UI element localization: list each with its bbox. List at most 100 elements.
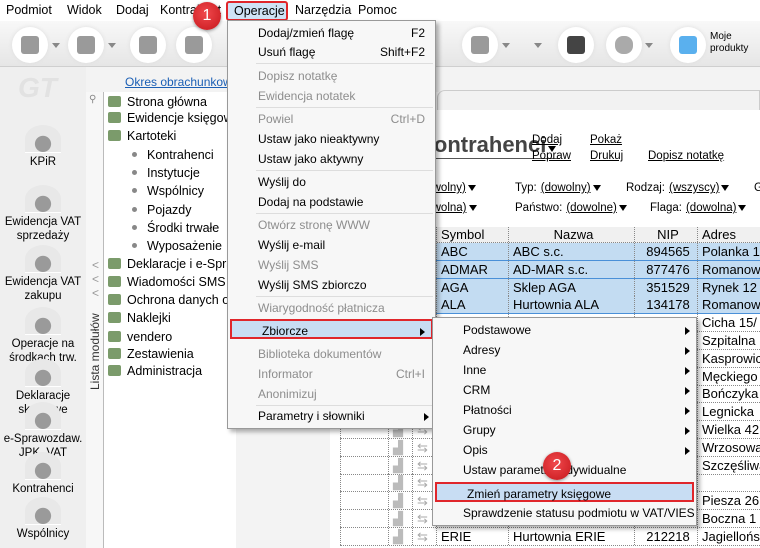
menu-item-dodaj-zmie-flag-[interactable]: Dodaj/zmień flagę F2	[228, 23, 435, 43]
menu-item-ustaw-jako-nieaktywny[interactable]: Ustaw jako nieaktywny	[228, 129, 435, 149]
filter-flaga[interactable]: Flaga: (dowolna)	[650, 202, 747, 214]
cell-nip: 134178	[634, 296, 697, 314]
menu-item-wiarygodno-p-atnicza[interactable]: Wiarygodność płatnicza	[228, 298, 435, 318]
menu-narzedzia[interactable]: Narzędzia	[295, 3, 351, 17]
menu-item-dodaj-na-podstawie[interactable]: Dodaj na podstawie	[228, 192, 435, 212]
tree-item[interactable]: Wyposażenie	[132, 239, 222, 253]
column-header[interactable]: Symbol	[436, 227, 508, 242]
menu-item-ustaw-jako-aktywny[interactable]: Ustaw jako aktywny	[228, 149, 435, 169]
menu-item-powiel[interactable]: Powiel Ctrl+D	[228, 109, 435, 129]
box-button[interactable]	[558, 27, 594, 63]
menu-item-inne[interactable]: Inne	[433, 360, 696, 380]
menu-item-wy-lij-do[interactable]: Wyślij do	[228, 172, 435, 192]
tree-item[interactable]: Instytucje	[132, 166, 200, 180]
tree-item[interactable]: Administracja	[108, 364, 202, 378]
menu-item-wy-lij-sms-zbiorczo[interactable]: Wyślij SMS zbiorczo	[228, 275, 435, 295]
help-button[interactable]	[462, 27, 498, 63]
collapse-icon[interactable]: <	[92, 286, 99, 300]
flag-button[interactable]	[130, 27, 166, 63]
menu-widok[interactable]: Widok	[67, 3, 102, 17]
column-header[interactable]: Adres	[697, 227, 760, 242]
filter-typ[interactable]: Typ: (dowolny)	[515, 182, 601, 194]
cell-symbol: AGA	[436, 278, 508, 296]
moje-produkty-button[interactable]	[670, 27, 706, 63]
module-3[interactable]: Ewidencja VAT zakupu	[0, 245, 86, 303]
cloud-button[interactable]	[606, 27, 642, 63]
tree-item[interactable]: Strona główna	[108, 95, 207, 109]
tree-item[interactable]: vendero	[108, 330, 172, 344]
collapse-icon[interactable]: <	[92, 258, 99, 272]
module-4[interactable]: Operacje na środkach trw.	[0, 307, 86, 365]
menu-item-wy-lij-sms[interactable]: Wyślij SMS	[228, 255, 435, 275]
filter-rodzaj[interactable]: Rodzaj: (wszyscy)	[626, 182, 730, 194]
menu-item-dopisz-notatk-[interactable]: Dopisz notatkę	[228, 66, 435, 86]
module-icon	[25, 359, 61, 387]
tree-item[interactable]: Środki trwałe	[132, 221, 219, 235]
module-7[interactable]: Kontrahenci	[0, 452, 86, 496]
menu-item-ewidencja-notatek[interactable]: Ewidencja notatek	[228, 86, 435, 106]
dopisz-notatke-link[interactable]: Dopisz notatkę	[648, 150, 724, 162]
document-tab[interactable]	[437, 90, 760, 110]
menu-item-informator[interactable]: Informator Ctrl+I	[228, 364, 435, 384]
filter-typ-value[interactable]: (dowolny)	[541, 182, 591, 194]
chevron-down-icon[interactable]	[108, 43, 116, 48]
filter-panstwo[interactable]: Państwo: (dowolne)	[515, 202, 627, 214]
menu-item-anonimizuj[interactable]: Anonimizuj	[228, 384, 435, 404]
menu-item-wy-lij-e-mail[interactable]: Wyślij e-mail	[228, 235, 435, 255]
menu-operacje[interactable]: Operacje	[226, 1, 288, 21]
column-header[interactable]: Nazwa	[508, 227, 634, 242]
pin-icon[interactable]: ⚲	[89, 94, 96, 105]
moje-produkty-label[interactable]: Moje produkty	[710, 31, 760, 55]
filter-rodzaj-value[interactable]: (wszyscy)	[669, 182, 719, 194]
menu-item-otw-rz-stron-www[interactable]: Otwórz stronę WWW	[228, 215, 435, 235]
menu-item-podstawowe[interactable]: Podstawowe	[433, 320, 696, 340]
tree-item[interactable]: Kontrahenci	[132, 148, 214, 162]
tree-item-label: Środki trwałe	[147, 221, 220, 235]
collapse-icon[interactable]: <	[92, 272, 99, 286]
chevron-down-icon[interactable]	[502, 43, 510, 48]
back-button[interactable]	[12, 27, 48, 63]
module-2[interactable]: Ewidencja VAT sprzedaży	[0, 185, 86, 243]
module-8[interactable]: Wspólnicy	[0, 497, 86, 541]
cell-symbol: ABC	[436, 243, 508, 260]
tree-item[interactable]: Zestawienia	[108, 347, 194, 361]
filter-flaga-value[interactable]: (dowolna)	[686, 202, 737, 214]
okres-obrachunkowy-link[interactable]: Okres obrachunkowy	[125, 75, 238, 89]
tree-item[interactable]: Kartoteki	[108, 129, 176, 143]
chevron-down-icon	[721, 185, 730, 191]
pokaz-link[interactable]: Pokaż	[590, 134, 622, 146]
menu-item-crm[interactable]: CRM	[433, 380, 696, 400]
drukuj-link[interactable]: Drukuj	[590, 150, 623, 162]
menu-item-zbiorcze[interactable]: Zbiorcze	[230, 319, 433, 339]
tree-item[interactable]: Pojazdy	[132, 203, 191, 217]
popraw-link[interactable]: Popraw	[532, 150, 571, 162]
menu-item-grupy[interactable]: Grupy	[433, 420, 696, 440]
tree-item[interactable]: Naklejki	[108, 311, 171, 325]
tree-item[interactable]: Wiadomości SMS	[108, 275, 226, 289]
menu-item-zmie-parametry-ksi-gowe[interactable]: Zmień parametry księgowe	[435, 482, 694, 502]
tree-item[interactable]: Ewidencje księgowe	[108, 111, 240, 125]
filter-panstwo-value[interactable]: (dowolne)	[566, 202, 617, 214]
menu-pomoc[interactable]: Pomoc	[358, 3, 397, 17]
submenu-arrow-icon	[420, 328, 425, 336]
forward-button[interactable]	[68, 27, 104, 63]
note-button[interactable]	[176, 27, 212, 63]
chevron-down-icon[interactable]	[645, 43, 653, 48]
dodaj-link[interactable]: Dodaj	[532, 134, 562, 146]
table-row[interactable]: ▟⇆ERIEHurtownia ERIE212218Jagiellońska	[340, 527, 760, 546]
column-header[interactable]: NIP	[634, 227, 697, 242]
menu-item-parametry-i-s-owniki[interactable]: Parametry i słowniki	[228, 406, 435, 426]
chevron-down-icon[interactable]	[534, 43, 542, 48]
module-1[interactable]: KPiR	[0, 125, 86, 169]
menu-item-usu-flag-[interactable]: Usuń flagę Shift+F2	[228, 42, 435, 62]
menu-item-p-atno-ci[interactable]: Płatności	[433, 400, 696, 420]
menu-item-label: Wyślij e-mail	[258, 238, 326, 252]
menu-item-biblioteka-dokument-w[interactable]: Biblioteka dokumentów	[228, 344, 435, 364]
menu-item-adresy[interactable]: Adresy	[433, 340, 696, 360]
tree-item[interactable]: Wspólnicy	[132, 184, 204, 198]
step-badge-2: 2	[543, 452, 571, 480]
chevron-down-icon[interactable]	[52, 43, 60, 48]
menu-item-sprawdzenie-statusu-podmiotu-w-vat-vies[interactable]: Sprawdzenie statusu podmiotu w VAT/VIES	[433, 503, 696, 523]
menu-dodaj[interactable]: Dodaj	[116, 3, 149, 17]
menu-podmiot[interactable]: Podmiot	[6, 3, 52, 17]
